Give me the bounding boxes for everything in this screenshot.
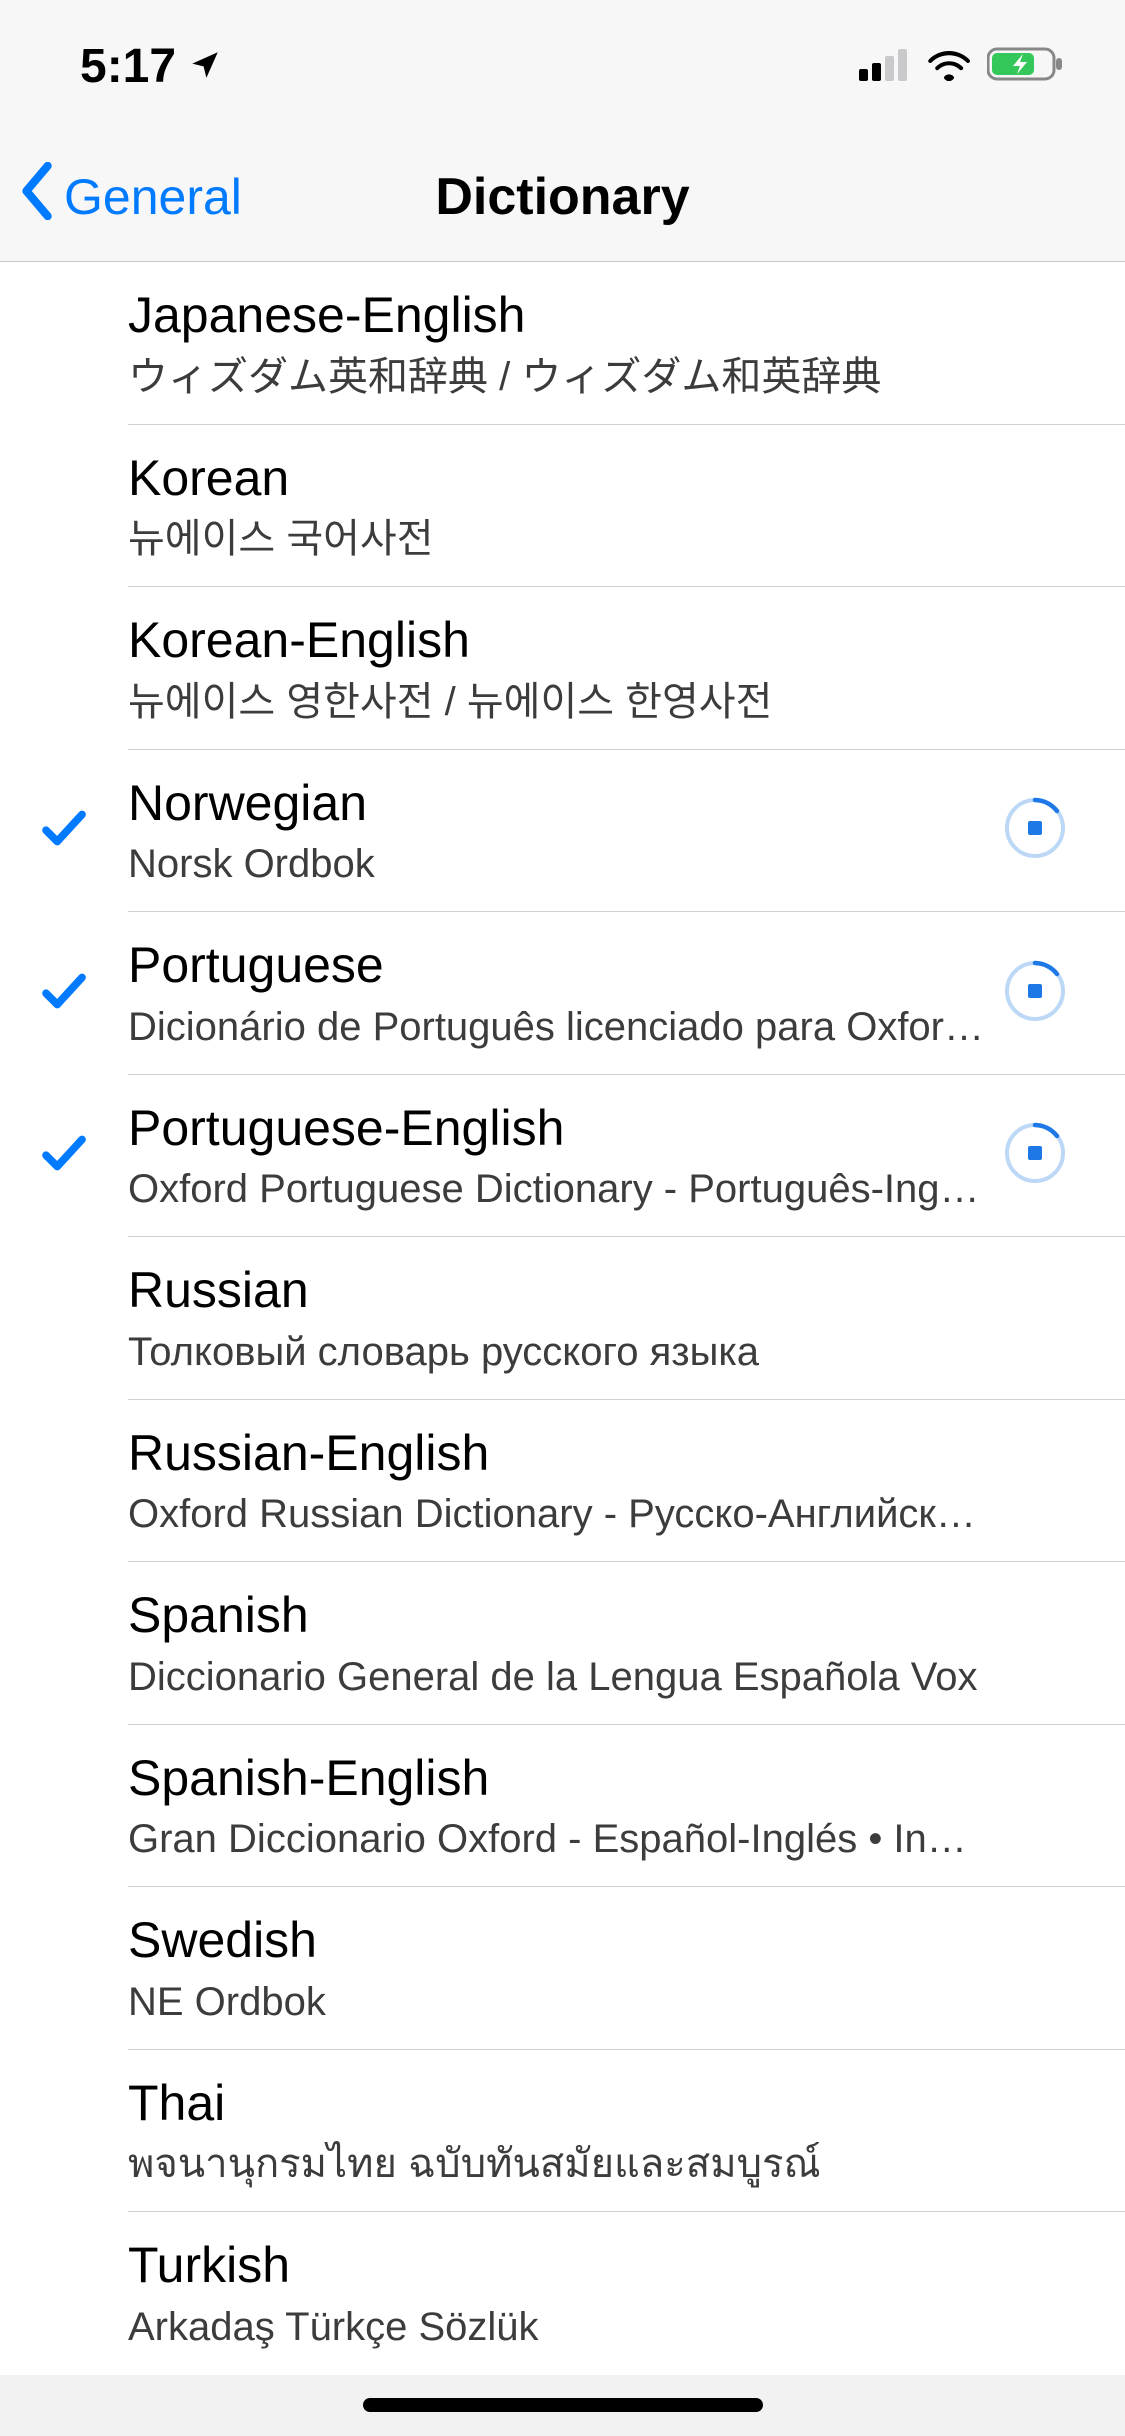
row-title: Norwegian (128, 772, 985, 835)
row-text: Japanese-Englishウィズダム英和辞典 / ウィズダム和英辞典 (128, 284, 985, 403)
row-text: RussianТолковый словарь русского языка (128, 1259, 985, 1378)
row-title: Japanese-English (128, 284, 985, 347)
status-right (859, 46, 1065, 87)
dictionary-row[interactable]: TurkishArkadaş Türkçe Sözlük (0, 2212, 1125, 2375)
row-subtitle: Dicionário de Português licenciado para … (128, 1001, 985, 1053)
row-text: SwedishNE Ordbok (128, 1909, 985, 2028)
dictionary-row[interactable]: NorwegianNorsk Ordbok (0, 750, 1125, 913)
row-text: Spanish-EnglishGran Diccionario Oxford -… (128, 1747, 985, 1866)
row-title: Swedish (128, 1909, 985, 1972)
checkmark-icon (37, 964, 91, 1023)
check-column (0, 964, 128, 1023)
row-title: Turkish (128, 2234, 985, 2297)
status-left: 5:17 (80, 39, 222, 94)
row-text: TurkishArkadaş Türkçe Sözlük (128, 2234, 985, 2353)
cellular-signal-icon (859, 47, 911, 86)
row-text: Korean뉴에이스 국어사전 (128, 447, 985, 566)
checkmark-icon (37, 801, 91, 860)
row-title: Russian-English (128, 1422, 985, 1485)
row-subtitle: พจนานุกรมไทย ฉบับทันสมัยและสมบูรณ์ (128, 2138, 985, 2190)
nav-bar: General Dictionary (0, 132, 1125, 262)
dictionary-row[interactable]: PortugueseDicionário de Português licenc… (0, 912, 1125, 1075)
row-subtitle: Norsk Ordbok (128, 838, 985, 890)
row-text: Korean-English뉴에이스 영한사전 / 뉴에이스 한영사전 (128, 609, 985, 728)
accessory-column (985, 1121, 1085, 1190)
battery-icon (987, 46, 1065, 87)
dictionary-row[interactable]: Russian-EnglishOxford Russian Dictionary… (0, 1400, 1125, 1563)
dictionary-row[interactable]: Portuguese-EnglishOxford Portuguese Dict… (0, 1075, 1125, 1238)
row-title: Korean (128, 447, 985, 510)
row-text: SpanishDiccionario General de la Lengua … (128, 1584, 985, 1703)
check-column (0, 1126, 128, 1185)
dictionary-row[interactable]: Spanish-EnglishGran Diccionario Oxford -… (0, 1725, 1125, 1888)
row-subtitle: 뉴에이스 영한사전 / 뉴에이스 한영사전 (128, 676, 985, 728)
home-indicator[interactable] (363, 2398, 763, 2412)
dictionary-row[interactable]: Japanese-Englishウィズダム英和辞典 / ウィズダム和英辞典 (0, 262, 1125, 425)
row-subtitle: ウィズダム英和辞典 / ウィズダム和英辞典 (128, 351, 985, 403)
row-title: Portuguese (128, 934, 985, 997)
row-subtitle: Arkadaş Türkçe Sözlük (128, 2301, 985, 2353)
status-time: 5:17 (80, 39, 176, 94)
downloading-stop-icon[interactable] (1003, 796, 1067, 865)
row-subtitle: Gran Diccionario Oxford - Español-Inglés… (128, 1813, 985, 1865)
dictionary-list[interactable]: Japanese-Englishウィズダム英和辞典 / ウィズダム和英辞典 Kor… (0, 262, 1125, 2375)
row-subtitle: Diccionario General de la Lengua Español… (128, 1651, 985, 1703)
accessory-column (985, 959, 1085, 1028)
chevron-left-icon (20, 162, 56, 232)
row-subtitle: NE Ordbok (128, 1976, 985, 2028)
dictionary-row[interactable]: Korean-English뉴에이스 영한사전 / 뉴에이스 한영사전 (0, 587, 1125, 750)
dictionary-row[interactable]: RussianТолковый словарь русского языка (0, 1237, 1125, 1400)
row-title: Spanish-English (128, 1747, 985, 1810)
row-title: Thai (128, 2072, 985, 2135)
status-bar: 5:17 (0, 0, 1125, 132)
row-subtitle: Толковый словарь русского языка (128, 1326, 985, 1378)
row-text: NorwegianNorsk Ordbok (128, 772, 985, 891)
row-title: Portuguese-English (128, 1097, 985, 1160)
row-text: PortugueseDicionário de Português licenc… (128, 934, 985, 1053)
row-title: Korean-English (128, 609, 985, 672)
check-column (0, 801, 128, 860)
dictionary-row[interactable]: Korean뉴에이스 국어사전 (0, 425, 1125, 588)
downloading-stop-icon[interactable] (1003, 959, 1067, 1028)
row-title: Spanish (128, 1584, 985, 1647)
row-title: Russian (128, 1259, 985, 1322)
location-arrow-icon (188, 39, 222, 94)
row-text: Russian-EnglishOxford Russian Dictionary… (128, 1422, 985, 1541)
row-subtitle: Oxford Russian Dictionary - Русско-Англи… (128, 1488, 985, 1540)
row-subtitle: 뉴에이스 국어사전 (128, 513, 985, 565)
wifi-icon (925, 47, 973, 86)
back-button[interactable]: General (20, 162, 242, 232)
dictionary-row[interactable]: SpanishDiccionario General de la Lengua … (0, 1562, 1125, 1725)
dictionary-row[interactable]: Thaiพจนานุกรมไทย ฉบับทันสมัยและสมบูรณ์ (0, 2050, 1125, 2213)
accessory-column (985, 796, 1085, 865)
downloading-stop-icon[interactable] (1003, 1121, 1067, 1190)
row-text: Portuguese-EnglishOxford Portuguese Dict… (128, 1097, 985, 1216)
row-subtitle: Oxford Portuguese Dictionary - Português… (128, 1163, 985, 1215)
dictionary-row[interactable]: SwedishNE Ordbok (0, 1887, 1125, 2050)
back-label: General (64, 168, 242, 226)
checkmark-icon (37, 1126, 91, 1185)
row-text: Thaiพจนานุกรมไทย ฉบับทันสมัยและสมบูรณ์ (128, 2072, 985, 2191)
